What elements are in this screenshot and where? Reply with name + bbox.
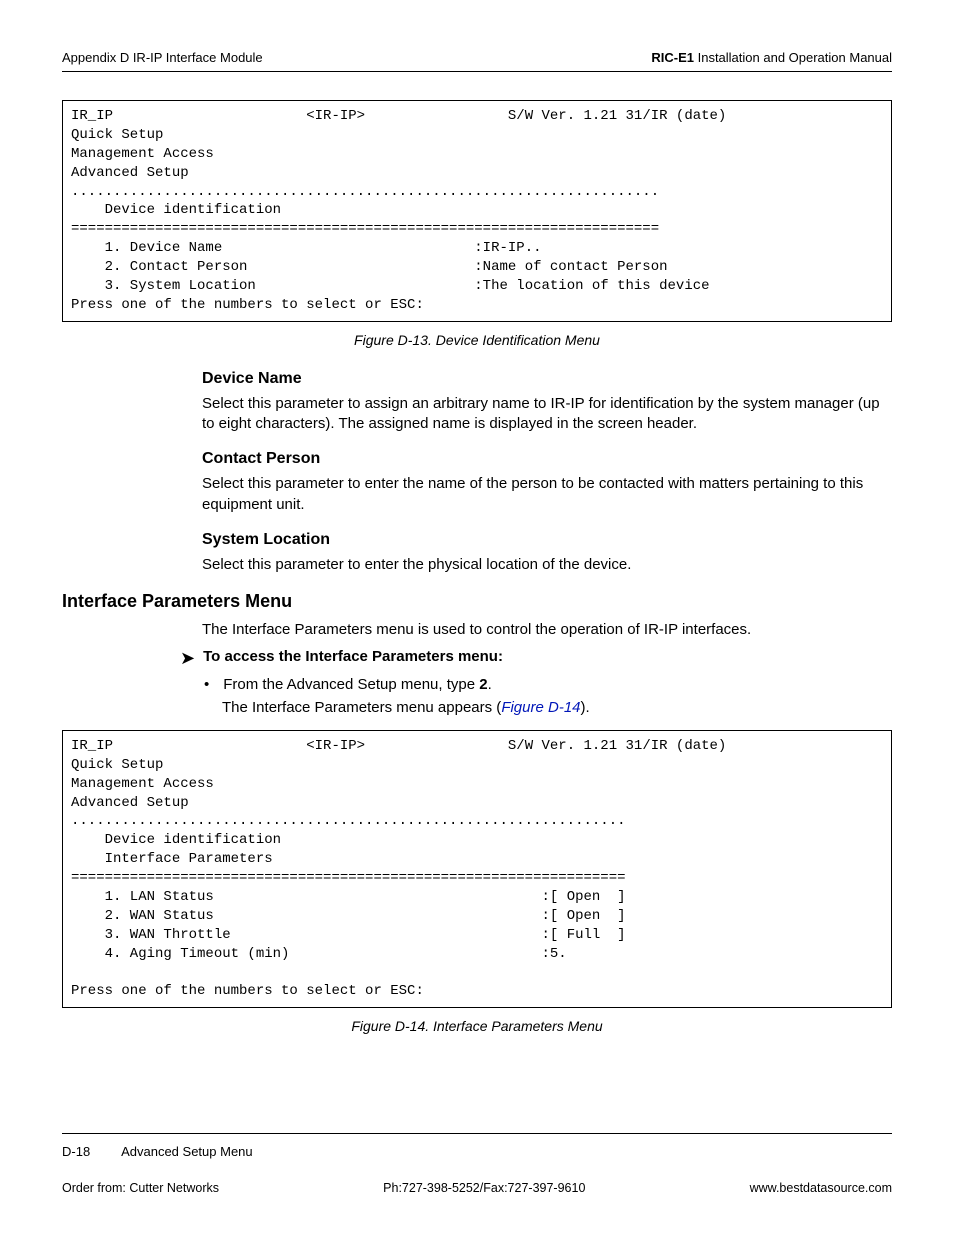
t1-ver: S/W Ver. 1.21 31/IR (date)	[508, 108, 726, 124]
t2-item4-val: :5.	[541, 946, 566, 962]
figure-caption-d13: Figure D-13. Device Identification Menu	[62, 332, 892, 348]
heading-device-name: Device Name	[202, 370, 882, 388]
header-right-rest: Installation and Operation Manual	[694, 50, 892, 65]
t2-submenu1: Device identification	[71, 832, 281, 848]
t2-submenu2: Interface Parameters	[71, 851, 273, 867]
t1-prompt: Press one of the numbers to select or ES…	[71, 297, 424, 313]
heading-interface-parameters-menu: Interface Parameters Menu	[62, 591, 892, 612]
bullet-icon: •	[204, 676, 209, 693]
t2-item4-label: 4. Aging Timeout (min)	[71, 946, 289, 962]
t2-item1-label: 1. LAN Status	[71, 889, 214, 905]
t1-item3-val: :The location of this device	[474, 278, 709, 294]
para-contact-person: Select this parameter to enter the name …	[202, 474, 882, 515]
t1-submenu: Device identification	[71, 202, 281, 218]
t2-menu3: Advanced Setup	[71, 795, 189, 811]
t2-ver: S/W Ver. 1.21 31/IR (date)	[508, 738, 726, 754]
footer-page-number: D-18	[62, 1144, 90, 1159]
t1-eqline: ========================================…	[71, 221, 659, 237]
t1-item1-label: 1. Device Name	[71, 240, 222, 256]
procedure-step: • From the Advanced Setup menu, type 2.	[204, 676, 892, 693]
t2-devname: <IR-IP>	[306, 738, 365, 754]
t1-menu3: Advanced Setup	[71, 165, 189, 181]
footer-top: D-18 Advanced Setup Menu	[62, 1133, 892, 1159]
xref-figure-d14[interactable]: Figure D-14	[501, 699, 580, 716]
footer-phone-fax: Ph:727-398-5252/Fax:727-397-9610	[383, 1181, 585, 1195]
t1-dots: ........................................…	[71, 184, 659, 200]
footer-section-name: Advanced Setup Menu	[121, 1144, 253, 1159]
result-post: ).	[581, 699, 590, 716]
result-pre: The Interface Parameters menu appears (	[222, 699, 501, 716]
t2-eqline: ========================================…	[71, 870, 626, 886]
step-pre: From the Advanced Setup menu, type	[223, 676, 479, 693]
header-left: Appendix D IR-IP Interface Module	[62, 50, 263, 65]
arrow-icon: ➤	[180, 648, 195, 670]
t2-dots: ........................................…	[71, 813, 626, 829]
t2-item2-val: :[ Open ]	[541, 908, 625, 924]
t2-item2-label: 2. WAN Status	[71, 908, 214, 924]
header-right-bold: RIC-E1	[651, 50, 694, 65]
t2-menu1: Quick Setup	[71, 757, 163, 773]
t2-host: IR_IP	[71, 738, 113, 754]
t1-item2-val: :Name of contact Person	[474, 259, 667, 275]
t1-host: IR_IP	[71, 108, 113, 124]
t2-item3-label: 3. WAN Throttle	[71, 927, 231, 943]
para-system-location: Select this parameter to enter the physi…	[202, 555, 882, 575]
t1-devname: <IR-IP>	[306, 108, 365, 124]
t1-menu1: Quick Setup	[71, 127, 163, 143]
t1-item1-val: :IR-IP..	[474, 240, 541, 256]
footer-website: www.bestdatasource.com	[750, 1181, 892, 1195]
procedure-result: The Interface Parameters menu appears (F…	[222, 699, 892, 716]
step-bold: 2	[479, 676, 487, 693]
para-device-name: Select this parameter to assign an arbit…	[202, 394, 882, 435]
procedure-heading: To access the Interface Parameters menu:	[203, 648, 503, 665]
heading-system-location: System Location	[202, 531, 882, 549]
heading-contact-person: Contact Person	[202, 450, 882, 468]
t2-prompt: Press one of the numbers to select or ES…	[71, 983, 424, 999]
footer-bottom: Order from: Cutter Networks Ph:727-398-5…	[62, 1181, 892, 1195]
t1-menu2: Management Access	[71, 146, 214, 162]
figure-caption-d14: Figure D-14. Interface Parameters Menu	[62, 1018, 892, 1034]
procedure-heading-row: ➤ To access the Interface Parameters men…	[180, 648, 892, 670]
t2-item3-val: :[ Full ]	[542, 927, 626, 943]
terminal-device-identification: IR_IP <IR-IP> S/W Ver. 1.21 31/IR (date)…	[62, 100, 892, 322]
t2-menu2: Management Access	[71, 776, 214, 792]
para-interface-intro: The Interface Parameters menu is used to…	[202, 620, 882, 640]
procedure-step-text: From the Advanced Setup menu, type 2.	[223, 676, 492, 693]
t1-item2-label: 2. Contact Person	[71, 259, 247, 275]
header-right: RIC-E1 Installation and Operation Manual	[651, 50, 892, 65]
t1-item3-label: 3. System Location	[71, 278, 256, 294]
step-post: .	[488, 676, 492, 693]
footer-order-from: Order from: Cutter Networks	[62, 1181, 219, 1195]
t2-item1-val: :[ Open ]	[541, 889, 625, 905]
page-header: Appendix D IR-IP Interface Module RIC-E1…	[62, 50, 892, 72]
terminal-interface-parameters: IR_IP <IR-IP> S/W Ver. 1.21 31/IR (date)…	[62, 730, 892, 1008]
